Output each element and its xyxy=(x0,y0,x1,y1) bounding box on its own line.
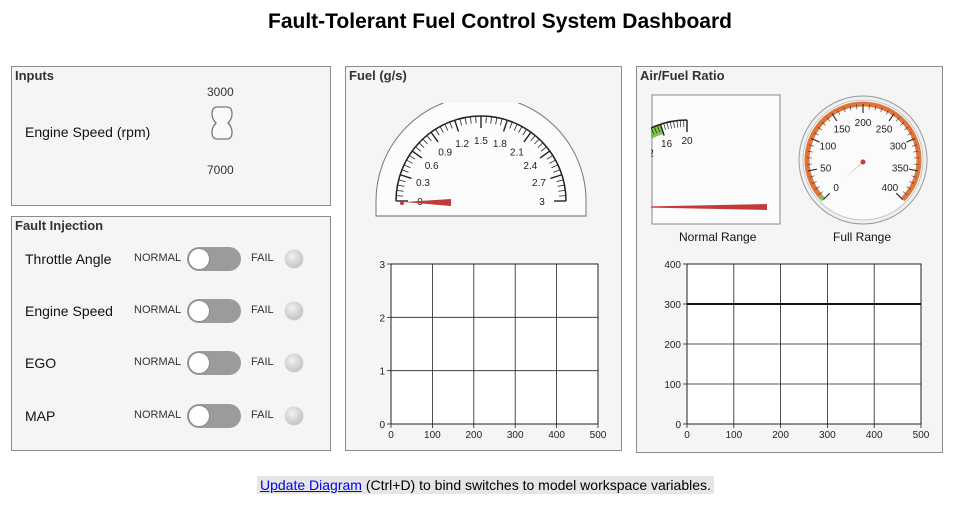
fault-row-label: EGO xyxy=(25,355,57,371)
engine-speed-knob[interactable] xyxy=(208,105,236,141)
gauge-tick-label: 300 xyxy=(890,141,907,152)
gauge-tick-label: 2.1 xyxy=(510,148,524,159)
gauge-tick-label: 16 xyxy=(661,139,673,150)
switch-knob xyxy=(188,352,210,374)
ego-fault-switch[interactable] xyxy=(187,351,241,375)
y-tick-label: 200 xyxy=(664,340,681,351)
x-tick-label: 200 xyxy=(772,430,789,441)
fuel-gauge: 00.30.60.91.21.51.82.12.42.73 xyxy=(375,103,587,217)
x-tick-label: 0 xyxy=(684,430,690,441)
air-fuel-chart: 0 100 200 300 400 500 0 100 200 300 400 xyxy=(664,260,930,441)
gauge-tick-label: 0.3 xyxy=(416,178,430,189)
gauge-tick-label: 100 xyxy=(820,141,837,152)
gauge-green-band xyxy=(817,194,826,202)
fault-injection-title: Fault Injection xyxy=(15,218,104,233)
gauge-tick-label: 50 xyxy=(820,163,832,174)
update-diagram-link[interactable]: Update Diagram xyxy=(260,477,362,493)
normal-range-gauge: 048121620 xyxy=(651,94,781,225)
map-fault-switch[interactable] xyxy=(187,404,241,428)
fuel-chart: 0 100 200 300 400 500 0 1 2 3 xyxy=(379,260,607,441)
normal-label: NORMAL xyxy=(134,252,182,264)
gauge-tick-label: 200 xyxy=(855,118,872,129)
y-tick-label: 400 xyxy=(664,260,681,271)
gauge-tick-label: 1.2 xyxy=(455,139,469,150)
fail-label: FAIL xyxy=(251,304,274,316)
x-tick-label: 500 xyxy=(590,430,607,441)
switch-knob xyxy=(188,248,210,270)
knob-bottom-value: 7000 xyxy=(207,163,234,177)
switch-knob xyxy=(188,300,210,322)
gauge-tick-label: 12 xyxy=(651,149,654,160)
normal-range-label: Normal Range xyxy=(679,230,757,244)
engine-speed-fault-lamp xyxy=(285,302,303,320)
y-tick-label: 0 xyxy=(379,420,385,431)
air-fuel-panel: Air/Fuel Ratio 048121620 Normal Range 05… xyxy=(636,66,943,453)
gauge-tick-label: 2.4 xyxy=(523,161,537,172)
fuel-panel: Fuel (g/s) 0 0.3 0.6 0.91.2 1.5 1.82.1 2.4 2.7 3… xyxy=(345,66,622,451)
gauge-tick-label: 150 xyxy=(834,124,851,135)
y-tick-label: 3 xyxy=(379,260,385,271)
fail-label: FAIL xyxy=(251,356,274,368)
gauge-tick-label: 1.5 xyxy=(474,136,488,147)
y-tick-label: 300 xyxy=(664,300,681,311)
y-tick-label: 1 xyxy=(379,367,385,378)
footer-hint: Update Diagram (Ctrl+D) to bind switches… xyxy=(257,476,714,494)
x-tick-label: 100 xyxy=(725,430,742,441)
switch-knob xyxy=(188,405,210,427)
knob-top-value: 3000 xyxy=(207,85,234,99)
gauge-tick-label: 1.8 xyxy=(493,139,507,150)
gauge-tick-label: 0 xyxy=(833,183,839,194)
air-fuel-panel-title: Air/Fuel Ratio xyxy=(640,68,725,83)
throttle-angle-fault-lamp xyxy=(285,250,303,268)
gauge-needle-hub xyxy=(860,159,866,165)
x-tick-label: 300 xyxy=(819,430,836,441)
throttle-angle-fault-switch[interactable] xyxy=(187,247,241,271)
normal-label: NORMAL xyxy=(134,304,182,316)
plot-area xyxy=(390,263,599,425)
y-tick-label: 2 xyxy=(379,313,385,324)
fault-row-label: Engine Speed xyxy=(25,303,113,319)
y-tick-label: 0 xyxy=(675,420,681,431)
dashboard-title: Fault-Tolerant Fuel Control System Dashb… xyxy=(268,10,732,33)
x-tick-label: 100 xyxy=(424,430,441,441)
normal-label: NORMAL xyxy=(134,409,182,421)
full-range-gauge: 050 100 150 200 250 300 350 400 xyxy=(798,95,928,225)
y-tick-label: 100 xyxy=(664,380,681,391)
inputs-panel: Inputs Engine Speed (rpm) 3000 7000 xyxy=(11,66,331,206)
x-tick-label: 300 xyxy=(507,430,524,441)
full-range-label: Full Range xyxy=(833,230,892,244)
engine-speed-label: Engine Speed (rpm) xyxy=(25,124,151,140)
fail-label: FAIL xyxy=(251,409,274,421)
gauge-needle-hub xyxy=(400,201,404,205)
gauge-tick-label: 20 xyxy=(681,136,693,147)
x-tick-label: 400 xyxy=(548,430,565,441)
map-fault-lamp xyxy=(285,407,303,425)
footer-text: (Ctrl+D) to bind switches to model works… xyxy=(361,477,711,493)
x-tick-label: 200 xyxy=(465,430,482,441)
gauge-tick-label: 400 xyxy=(882,183,899,194)
x-tick-label: 500 xyxy=(913,430,930,441)
engine-speed-fault-switch[interactable] xyxy=(187,299,241,323)
ego-fault-lamp xyxy=(285,354,303,372)
gauge-tick-label: 3 xyxy=(539,197,545,208)
gauge-tick-label: 350 xyxy=(892,163,909,174)
inputs-panel-title: Inputs xyxy=(15,68,54,83)
gauge-tick-label: 0.6 xyxy=(425,161,439,172)
normal-label: NORMAL xyxy=(134,356,182,368)
gauge-tick-label: 250 xyxy=(876,124,893,135)
x-tick-label: 400 xyxy=(866,430,883,441)
fault-row-label: Throttle Angle xyxy=(25,251,112,267)
fault-injection-panel: Fault Injection Throttle Angle NORMAL FA… xyxy=(11,216,331,451)
gauge-tick-label: 0.9 xyxy=(438,148,452,159)
fault-row-label: MAP xyxy=(25,408,56,424)
fail-label: FAIL xyxy=(251,252,274,264)
x-tick-label: 0 xyxy=(388,430,394,441)
gauge-tick-label: 2.7 xyxy=(532,178,546,189)
fuel-panel-title: Fuel (g/s) xyxy=(349,68,407,83)
